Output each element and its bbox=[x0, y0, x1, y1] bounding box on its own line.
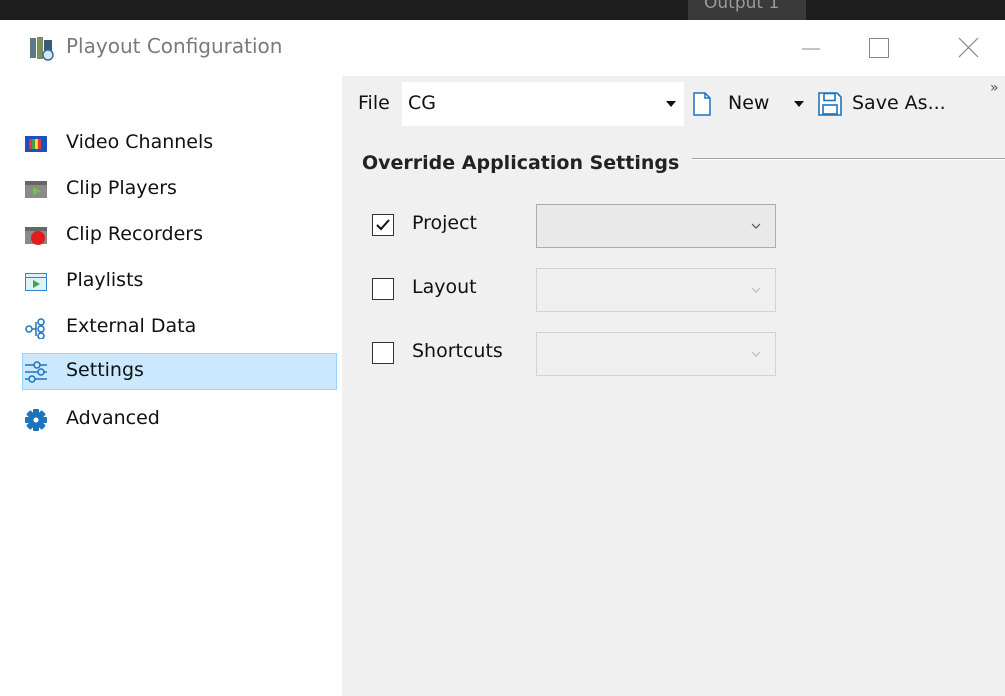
settings-panel: File CG New Save As... » Override Applic… bbox=[342, 76, 1005, 696]
nav-label: External Data bbox=[66, 315, 197, 337]
group-divider bbox=[692, 158, 1005, 160]
nav-label: Advanced bbox=[66, 407, 160, 429]
nav-item-playlists[interactable]: Playlists bbox=[22, 263, 337, 300]
external-data-icon bbox=[25, 317, 47, 340]
toolbar: File CG New Save As... » bbox=[342, 76, 1005, 132]
chevron-down-icon[interactable] bbox=[794, 101, 804, 107]
chevron-down-icon bbox=[751, 223, 761, 229]
file-select[interactable]: CG bbox=[402, 82, 684, 126]
nav-item-clip-players[interactable]: Clip Players bbox=[22, 171, 337, 208]
new-button-label: New bbox=[728, 92, 770, 114]
chevron-down-icon bbox=[751, 287, 761, 293]
project-select[interactable] bbox=[536, 204, 776, 248]
playlists-icon bbox=[25, 271, 47, 293]
maximize-icon bbox=[869, 38, 889, 58]
close-icon bbox=[958, 37, 979, 58]
nav-item-settings[interactable]: Settings bbox=[22, 353, 337, 390]
config-nav: Video Channels Clip Players Clip Recorde… bbox=[0, 76, 342, 696]
nav-label: Settings bbox=[66, 359, 144, 381]
nav-item-advanced[interactable]: Advanced bbox=[22, 401, 337, 438]
clip-players-icon bbox=[25, 179, 47, 201]
project-checkbox[interactable] bbox=[372, 214, 394, 236]
shortcuts-select[interactable] bbox=[536, 332, 776, 376]
layout-label: Layout bbox=[412, 276, 477, 298]
option-layout: Layout bbox=[372, 268, 792, 312]
save-icon bbox=[818, 92, 842, 116]
shortcuts-checkbox[interactable] bbox=[372, 342, 394, 364]
title-bar[interactable]: Playout Configuration bbox=[0, 20, 1005, 76]
new-button[interactable]: New bbox=[690, 86, 812, 122]
nav-label: Playlists bbox=[66, 269, 144, 291]
window-title: Playout Configuration bbox=[66, 34, 283, 58]
maximize-button[interactable] bbox=[856, 30, 902, 66]
layout-checkbox[interactable] bbox=[372, 278, 394, 300]
shortcuts-label: Shortcuts bbox=[412, 340, 503, 362]
nav-label: Clip Recorders bbox=[66, 223, 203, 245]
new-document-icon bbox=[693, 92, 711, 116]
minimize-icon bbox=[802, 48, 820, 50]
nav-label: Clip Players bbox=[66, 177, 177, 199]
layout-select[interactable] bbox=[536, 268, 776, 312]
advanced-icon bbox=[25, 409, 47, 431]
playout-app-icon bbox=[28, 36, 56, 62]
settings-icon bbox=[25, 361, 47, 383]
video-channels-icon bbox=[25, 133, 47, 155]
file-label: File bbox=[358, 92, 390, 114]
close-button[interactable] bbox=[945, 30, 991, 66]
nav-item-external-data[interactable]: External Data bbox=[22, 309, 337, 346]
minimize-button[interactable] bbox=[788, 30, 834, 66]
group-title: Override Application Settings bbox=[362, 152, 680, 174]
nav-item-clip-recorders[interactable]: Clip Recorders bbox=[22, 217, 337, 254]
nav-item-video-channels[interactable]: Video Channels bbox=[22, 125, 337, 162]
clip-recorders-icon bbox=[25, 225, 47, 247]
background-window-strip: Output 1 bbox=[0, 0, 1005, 20]
project-label: Project bbox=[412, 212, 478, 234]
save-as-button[interactable]: Save As... bbox=[818, 86, 958, 122]
chevron-down-icon bbox=[751, 351, 761, 357]
file-value: CG bbox=[408, 92, 436, 114]
checkmark-icon bbox=[376, 219, 390, 231]
save-as-label: Save As... bbox=[852, 92, 946, 114]
option-project: Project bbox=[372, 204, 792, 248]
background-tab: Output 1 bbox=[688, 0, 806, 20]
option-shortcuts: Shortcuts bbox=[372, 332, 792, 376]
toolbar-overflow-icon[interactable]: » bbox=[990, 80, 999, 96]
chevron-down-icon bbox=[666, 101, 676, 107]
nav-label: Video Channels bbox=[66, 131, 214, 153]
